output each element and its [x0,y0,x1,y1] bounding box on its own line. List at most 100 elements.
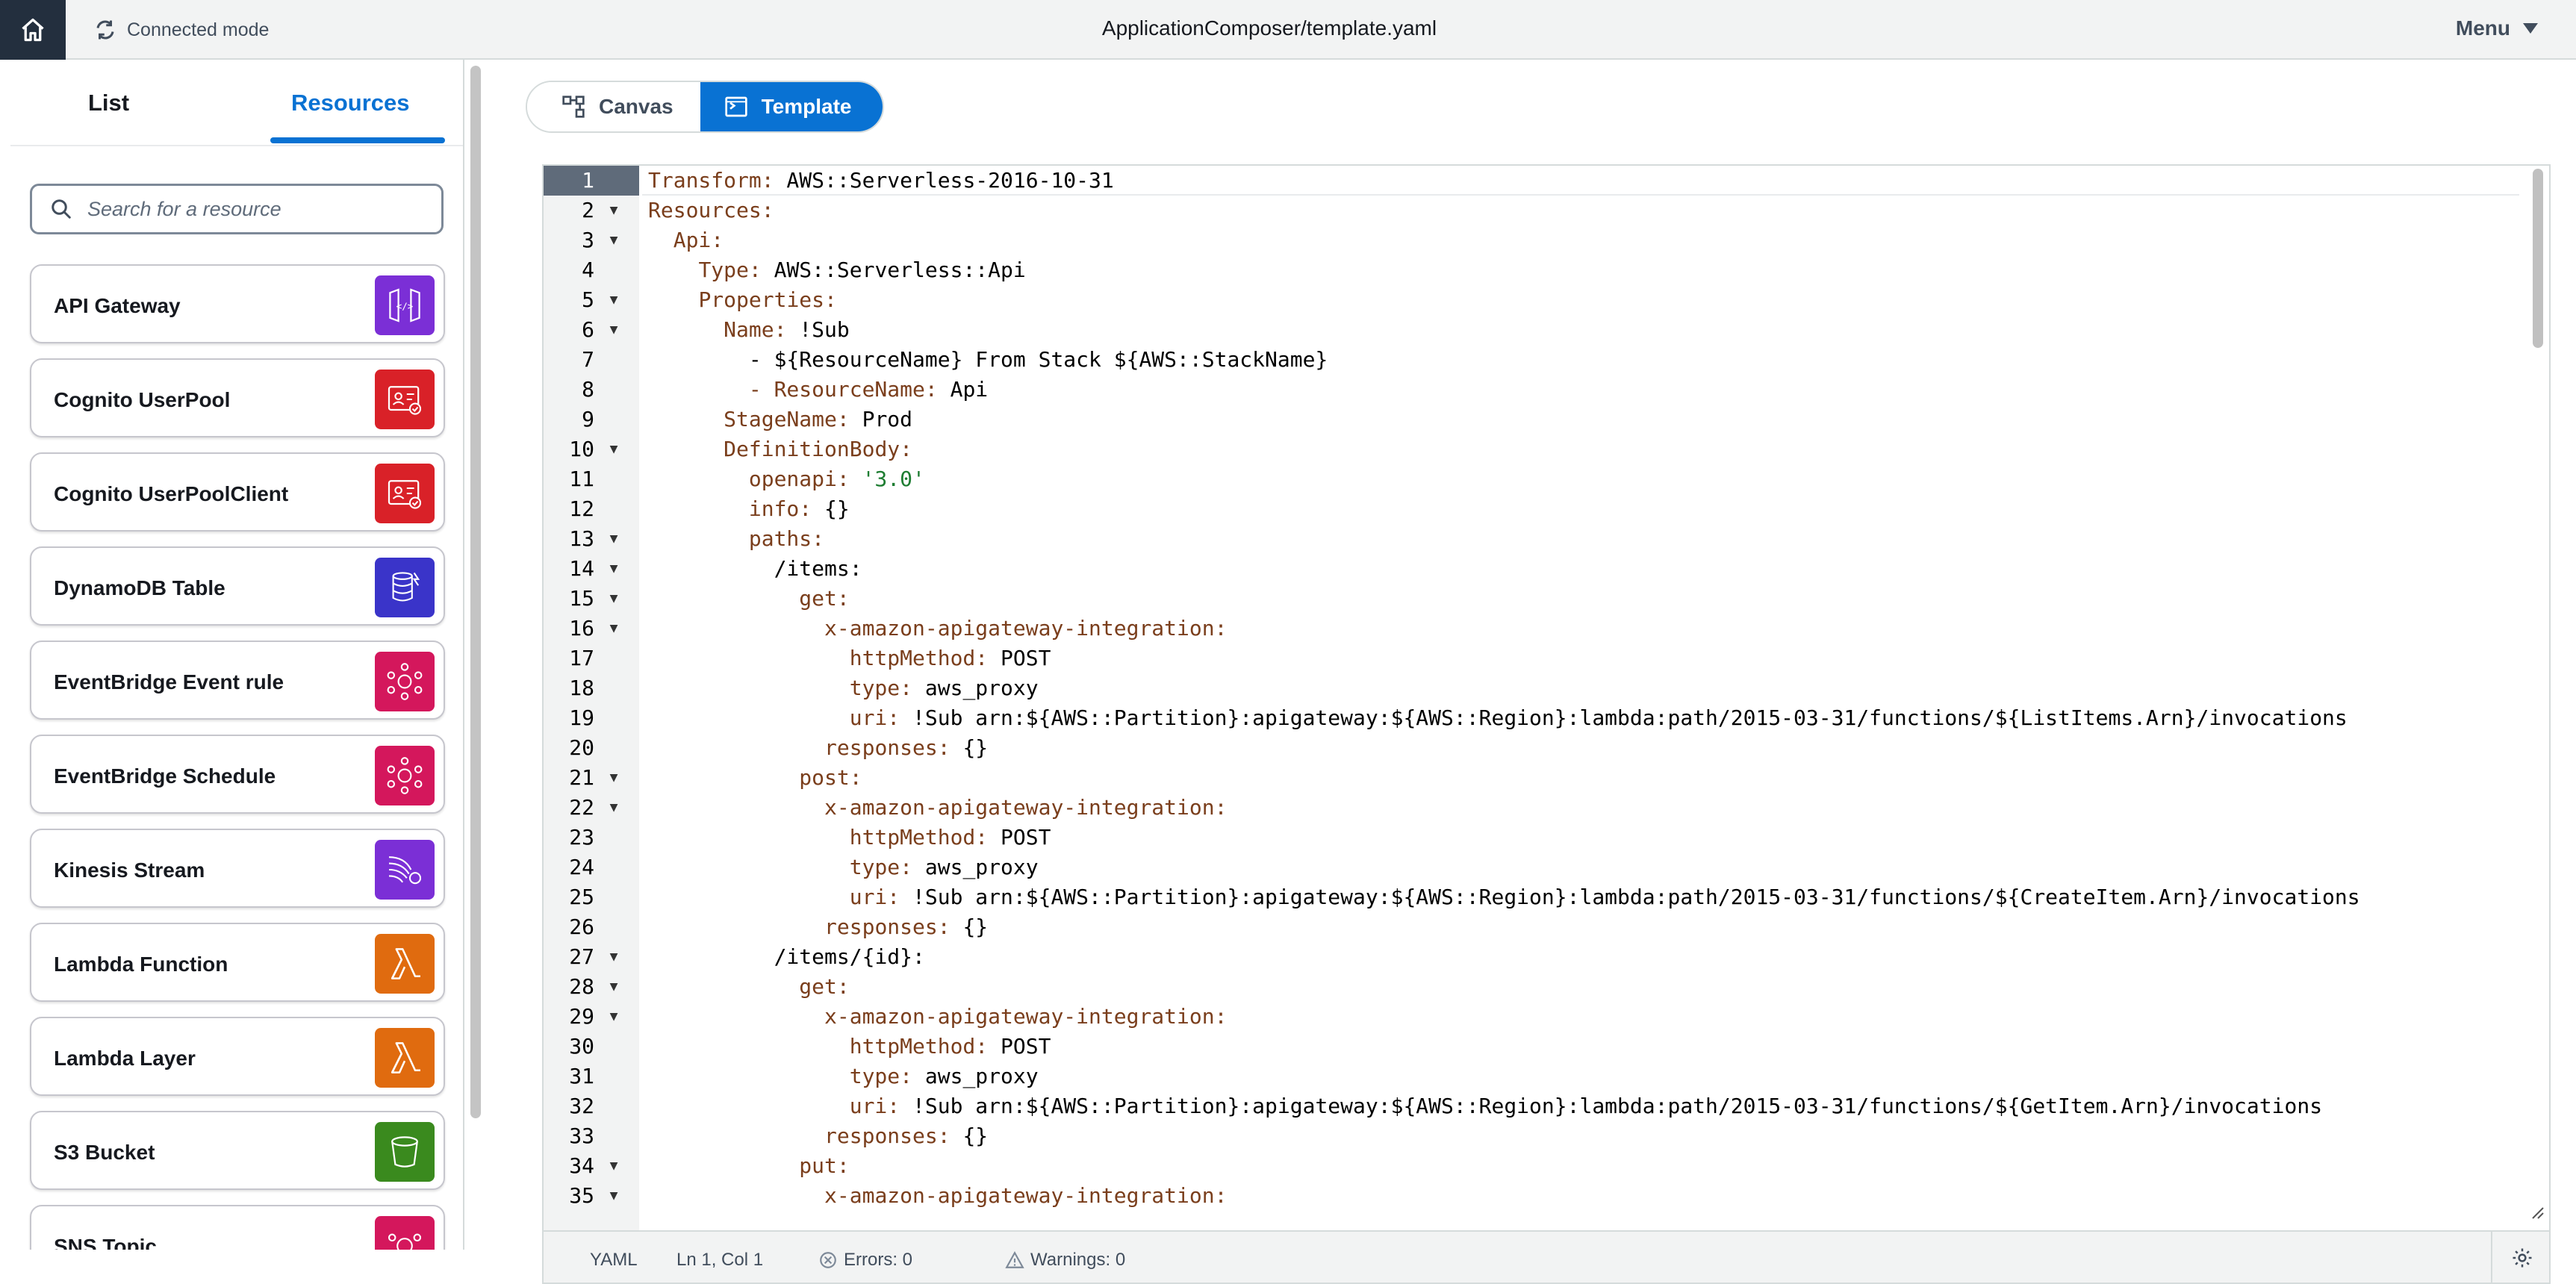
code-line[interactable]: 13 ▼ paths: [544,524,2542,554]
code-line[interactable]: 30 httpMethod: POST [544,1032,2542,1062]
fold-toggle-icon[interactable]: ▼ [605,225,623,255]
line-number: 34 [569,1153,594,1178]
yaml-key: Type: [698,258,762,282]
yaml-key: type: [849,676,913,700]
resource-card-kinesis-stream[interactable]: Kinesis Stream [30,829,445,908]
resource-card-sns-topic[interactable]: SNS Topic [30,1205,445,1250]
code-line[interactable]: 6 ▼ Name: !Sub [544,315,2542,345]
warning-icon [1005,1251,1024,1268]
resource-label: Lambda Function [54,953,228,976]
line-text: openapi: '3.0' [648,464,925,494]
line-text: Properties: [648,285,836,315]
fold-toggle-icon[interactable]: ▼ [605,196,623,225]
code-line[interactable]: 23 httpMethod: POST [544,823,2542,853]
code-line[interactable]: 1 Transform: AWS::Serverless-2016-10-31 [544,166,2542,196]
warnings-indicator[interactable]: Warnings: 0 [1005,1250,1125,1271]
code-line[interactable]: 11 openapi: '3.0' [544,464,2542,494]
resource-card-s3-bucket[interactable]: S3 Bucket [30,1111,445,1190]
fold-toggle-icon[interactable]: ▼ [605,434,623,464]
fold-toggle-icon[interactable]: ▼ [605,1181,623,1211]
code-line[interactable]: 34 ▼ put: [544,1151,2542,1181]
code-line[interactable]: 8 - ResourceName: Api [544,375,2542,405]
code-line[interactable]: 10 ▼ DefinitionBody: [544,434,2542,464]
yaml-key: get: [799,586,850,611]
code-line[interactable]: 22 ▼ x-amazon-apigateway-integration: [544,793,2542,823]
resource-card-cognito-userpoolclient[interactable]: Cognito UserPoolClient [30,452,445,532]
fold-toggle-icon[interactable]: ▼ [605,793,623,823]
resource-card-dynamodb-table[interactable]: DynamoDB Table [30,546,445,626]
code-line[interactable]: 2 ▼ Resources: [544,196,2542,225]
fold-toggle-icon[interactable]: ▼ [605,554,623,584]
line-text: httpMethod: POST [648,643,1051,673]
resource-label: EventBridge Event rule [54,670,284,694]
api-gateway-icon: </> [375,275,435,335]
code-line[interactable]: 12 info: {} [544,494,2542,524]
code-line[interactable]: 19 uri: !Sub arn:${AWS::Partition}:apiga… [544,703,2542,733]
line-number: 23 [569,825,594,850]
yaml-value: POST [988,1034,1051,1059]
code-line[interactable]: 24 type: aws_proxy [544,853,2542,882]
yaml-value: Api [937,377,989,402]
home-button[interactable] [0,0,66,60]
template-toggle-button[interactable]: Template [700,82,883,131]
code-lines[interactable]: 1 Transform: AWS::Serverless-2016-10-31 2 ▼… [544,166,2542,1211]
code-line[interactable]: 5 ▼ Properties: [544,285,2542,315]
search-input[interactable] [86,196,432,222]
code-line[interactable]: 9 StageName: Prod [544,405,2542,434]
code-line[interactable]: 25 uri: !Sub arn:${AWS::Partition}:apiga… [544,882,2542,912]
editor-scrollbar[interactable] [2533,169,2543,348]
code-line[interactable]: 18 type: aws_proxy [544,673,2542,703]
code-line[interactable]: 15 ▼ get: [544,584,2542,614]
code-line[interactable]: 21 ▼ post: [544,763,2542,793]
line-text: responses: {} [648,1121,988,1151]
code-line[interactable]: 26 responses: {} [544,912,2542,942]
canvas-toggle-button[interactable]: Canvas [527,82,700,131]
fold-toggle-icon[interactable]: ▼ [605,763,623,793]
resource-card-eventbridge-schedule[interactable]: EventBridge Schedule [30,735,445,814]
resource-card-api-gateway[interactable]: API Gateway </> [30,264,445,343]
fold-toggle-icon[interactable]: ▼ [605,1002,623,1032]
code-line[interactable]: 4 Type: AWS::Serverless::Api [544,255,2542,285]
code-line[interactable]: 17 httpMethod: POST [544,643,2542,673]
fold-toggle-icon[interactable]: ▼ [605,584,623,614]
fold-toggle-icon[interactable]: ▼ [605,285,623,315]
resize-handle-icon[interactable] [2528,1203,2545,1220]
code-line[interactable]: 35 ▼ x-amazon-apigateway-integration: [544,1181,2542,1211]
code-line[interactable]: 20 responses: {} [544,733,2542,763]
code-line[interactable]: 14 ▼ /items: [544,554,2542,584]
code-line[interactable]: 7 - ${ResourceName} From Stack ${AWS::St… [544,345,2542,375]
editor-settings-button[interactable] [2491,1232,2549,1283]
code-line[interactable]: 27 ▼ /items/{id}: [544,942,2542,972]
fold-toggle-icon[interactable]: ▼ [605,524,623,554]
line-text: type: aws_proxy [648,1062,1039,1091]
code-line[interactable]: 28 ▼ get: [544,972,2542,1002]
code-editor[interactable]: 1 Transform: AWS::Serverless-2016-10-31 2 ▼… [542,164,2551,1284]
resource-panel-scrollbar[interactable] [470,66,481,1118]
resource-card-cognito-userpool[interactable]: Cognito UserPool [30,358,445,437]
fold-toggle-icon[interactable]: ▼ [605,1151,623,1181]
code-line[interactable]: 31 type: aws_proxy [544,1062,2542,1091]
yaml-key: type: [849,855,913,879]
line-text: httpMethod: POST [648,1032,1051,1062]
top-bar: Connected mode ApplicationComposer/templ… [0,0,2576,60]
fold-toggle-icon[interactable]: ▼ [605,614,623,643]
code-line[interactable]: 32 uri: !Sub arn:${AWS::Partition}:apiga… [544,1091,2542,1121]
code-line[interactable]: 33 responses: {} [544,1121,2542,1151]
fold-toggle-icon[interactable]: ▼ [605,315,623,345]
resource-card-eventbridge-event-rule[interactable]: EventBridge Event rule [30,641,445,720]
code-line[interactable]: 16 ▼ x-amazon-apigateway-integration: [544,614,2542,643]
code-line[interactable]: 3 ▼ Api: [544,225,2542,255]
tab-list[interactable]: List [88,90,129,116]
resource-search[interactable] [30,184,444,234]
line-text: type: aws_proxy [648,673,1039,703]
fold-toggle-icon[interactable]: ▼ [605,942,623,972]
search-icon [52,199,71,219]
tab-resources[interactable]: Resources [291,90,410,116]
fold-toggle-icon[interactable]: ▼ [605,972,623,1002]
resource-card-lambda-function[interactable]: Lambda Function [30,923,445,1002]
menu-button[interactable]: Menu [2456,16,2539,40]
code-line[interactable]: 29 ▼ x-amazon-apigateway-integration: [544,1002,2542,1032]
errors-indicator[interactable]: Errors: 0 [818,1250,912,1271]
connected-mode-indicator[interactable]: Connected mode [94,16,269,43]
resource-card-lambda-layer[interactable]: Lambda Layer [30,1017,445,1096]
